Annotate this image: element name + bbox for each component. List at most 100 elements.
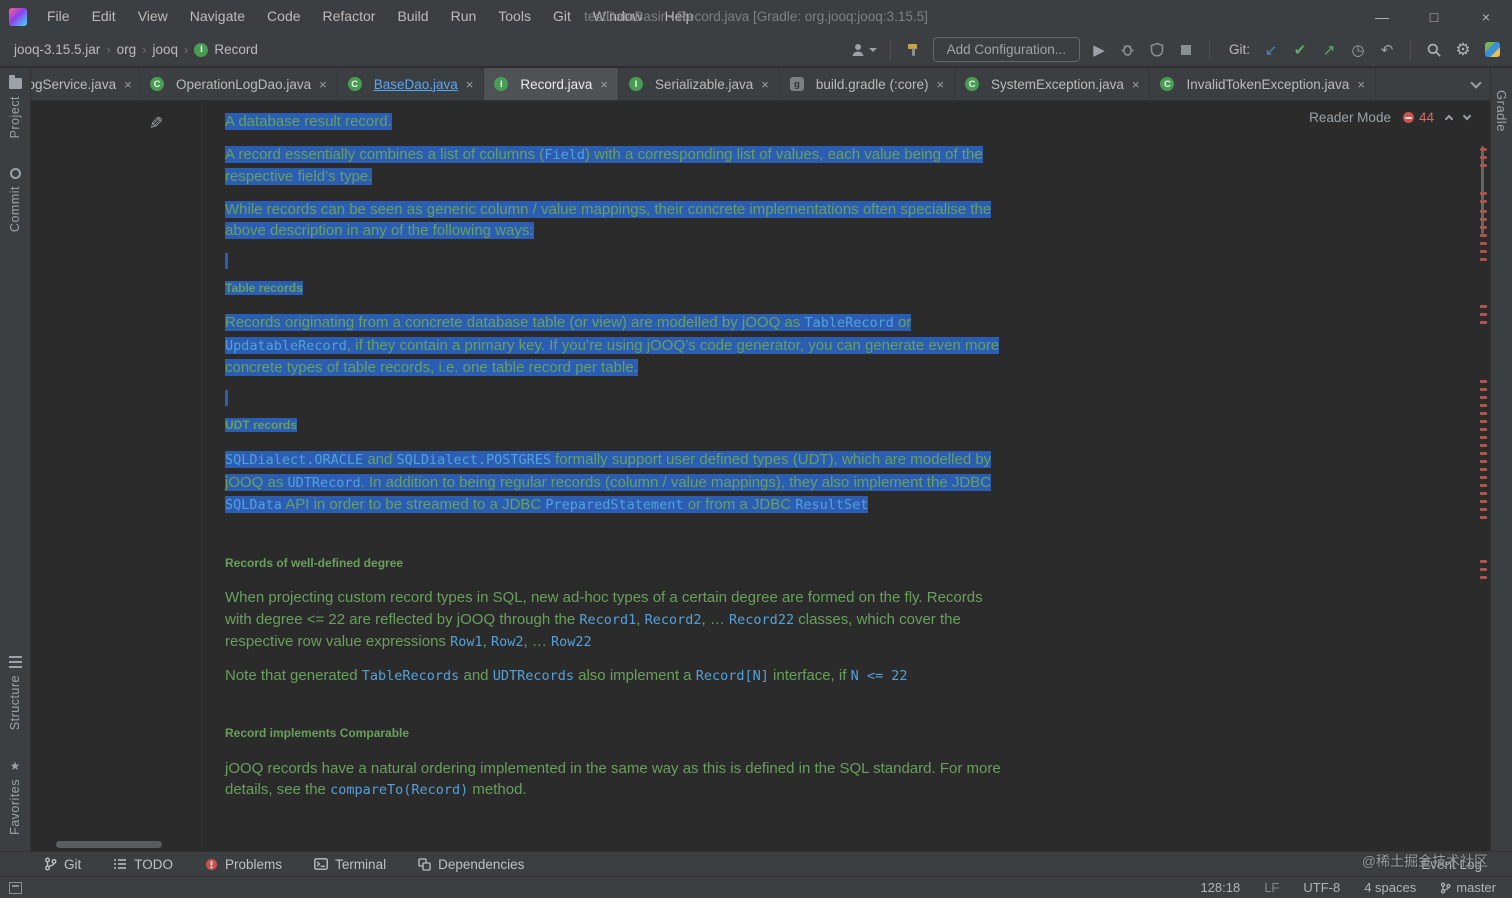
doc-block: UDT records [225,417,298,432]
search-everywhere-button[interactable] [1424,39,1444,61]
status-128-18[interactable]: 128:18 [1200,880,1240,895]
toolwindow-structure[interactable]: Structure [8,655,22,730]
toolwindow-label: Dependencies [438,856,525,872]
horizontal-scrollbar[interactable] [56,841,162,848]
git-push-button[interactable]: ↗ [1319,39,1339,61]
tab-label: BaseDao.java [373,76,458,92]
tab-serializable-java[interactable]: I Serializable.java × [619,68,780,100]
app-logo-icon [9,7,27,26]
project-icon [8,75,22,89]
tab-basedao-java[interactable]: C BaseDao.java × [338,68,485,100]
toolwindow-favorites[interactable]: ★ Favorites [8,760,22,835]
tab-build-gradle-core[interactable]: g build.gradle (:core) × [780,68,956,100]
tab-overflow-button[interactable] [1462,68,1490,100]
plugins-button[interactable] [1482,39,1502,61]
window-title: testDataBasir - Record.java [Gradle: org… [584,9,928,24]
error-stripe-mark [1480,460,1487,463]
add-configuration-button[interactable]: Add Configuration... [932,37,1080,62]
git-commit-button[interactable]: ✔ [1290,39,1310,61]
event-log-button[interactable]: Event Log [1421,857,1482,872]
minimize-icon[interactable]: — [1356,0,1408,33]
tab-close-icon[interactable]: × [600,77,608,92]
menu-build[interactable]: Build [386,0,439,33]
menu-navigate[interactable]: Navigate [179,0,256,33]
right-tool-stripe: Gradle [1490,68,1512,851]
run-button[interactable]: ▶ [1089,39,1109,61]
toolwindow-gradle[interactable]: Gradle [1494,90,1509,132]
code-span: SQLData [225,497,282,513]
status-master[interactable]: master [1440,880,1496,895]
tab-close-icon[interactable]: × [319,77,327,92]
toolwindow-problems[interactable]: Problems [205,857,282,872]
toolbar-separator [1410,39,1411,60]
tab-operationlogdao-java[interactable]: C OperationLogDao.java × [140,68,338,100]
tab-close-icon[interactable]: × [1132,77,1140,92]
status-label: UTF-8 [1303,880,1341,895]
tab-close-icon[interactable]: × [936,77,944,92]
structure-icon [8,655,22,668]
toolwindow-todo[interactable]: TODO [113,857,173,872]
tab-close-icon[interactable]: × [1357,77,1365,92]
menu-file[interactable]: File [36,0,81,33]
breadcrumb-item-org[interactable]: org [117,42,137,57]
tab-close-icon[interactable]: × [124,77,132,92]
menu-code[interactable]: Code [256,0,311,33]
breadcrumb-item-jooq-3-15-5-jar[interactable]: jooq-3.15.5.jar [14,42,100,57]
doc-content: A database result record. A record essent… [225,111,1007,813]
tab-systemexception-java[interactable]: C SystemException.java × [955,68,1151,100]
coverage-button[interactable] [1147,39,1167,61]
git-update-button[interactable]: ↙ [1261,39,1281,61]
pencil-icon[interactable]: ✎ [149,114,163,134]
user-account-icon[interactable] [850,39,877,61]
menu-edit[interactable]: Edit [81,0,127,33]
debug-button[interactable] [1118,39,1138,61]
toolwindow-git[interactable]: Git [44,857,81,872]
tab-record-java[interactable]: I Record.java × [484,68,619,100]
tab-close-icon[interactable]: × [761,77,769,92]
status-4-spaces[interactable]: 4 spaces [1364,880,1416,895]
tab-invalidtokenexception-java[interactable]: C InvalidTokenException.java × [1150,68,1376,100]
status-lf[interactable]: LF [1264,880,1279,895]
breadcrumb-item-jooq[interactable]: jooq [153,42,179,57]
settings-gear-icon[interactable]: ⚙ [1453,39,1473,61]
class-icon: C [965,77,980,91]
previous-error-button[interactable] [1444,114,1454,124]
editor-pane[interactable]: ✎ Reader Mode 44 A database result recor… [32,102,1490,851]
menu-refactor[interactable]: Refactor [312,0,387,33]
tab-close-icon[interactable]: × [466,77,474,92]
next-error-button[interactable] [1462,111,1472,121]
left-stripe-top: Project Commit [8,75,22,232]
code-span: Field [544,146,585,163]
error-stripe-mark [1480,388,1487,391]
git-rollback-button[interactable]: ↶ [1377,39,1397,61]
status-utf-8[interactable]: UTF-8 [1303,880,1340,895]
breadcrumb-item-record[interactable]: I Record [194,42,258,57]
toolwindow-label: Git [64,856,82,872]
tab-label: SystemException.java [991,76,1124,92]
close-icon[interactable]: × [1460,0,1512,33]
search-icon [1427,43,1441,57]
error-stripe-mark [1480,321,1487,324]
stop-button[interactable] [1176,39,1196,61]
toolwindow-commit[interactable]: Commit [8,168,22,232]
git-history-button[interactable]: ◷ [1348,39,1368,61]
error-count-badge[interactable]: 44 [1402,110,1434,125]
toolwindow-terminal[interactable]: Terminal [314,857,386,872]
reader-mode-toggle[interactable]: Reader Mode [1309,110,1391,125]
toolwindow-dependencies[interactable]: Dependencies [418,857,524,872]
doc-block: Record implements Comparable [225,726,410,740]
menu-view[interactable]: View [127,0,179,33]
status-label: 128:18 [1200,880,1241,895]
menu-run[interactable]: Run [440,0,488,33]
toolwindow-project[interactable]: Project [8,75,22,138]
maximize-icon[interactable]: □ [1408,0,1460,33]
build-hammer-icon[interactable] [904,39,924,61]
toolbar-separator [1208,39,1210,60]
menu-git[interactable]: Git [542,0,582,33]
error-stripe [1477,102,1490,851]
menu-tools[interactable]: Tools [487,0,542,33]
git-branch-icon [45,857,57,871]
error-stripe-mark [1480,250,1487,253]
toolwindow-toggle-icon[interactable] [9,881,22,894]
doc-link[interactable]: compareTo(Record) [330,782,468,798]
